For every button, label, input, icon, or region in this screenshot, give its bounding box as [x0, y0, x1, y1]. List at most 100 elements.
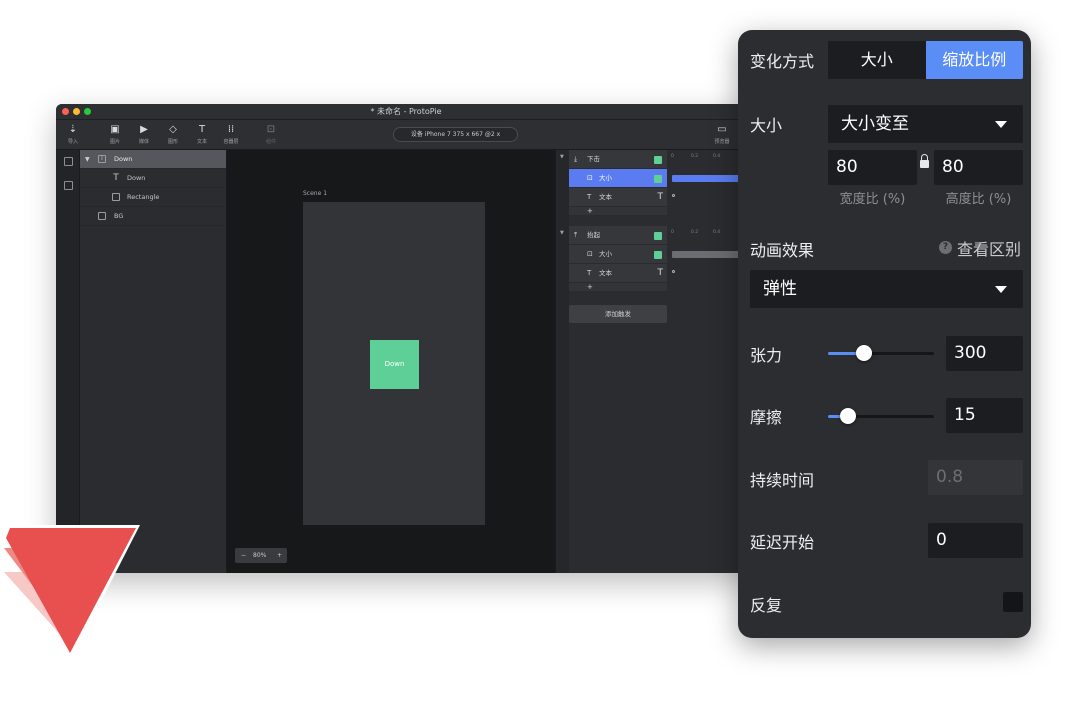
- window-title: * 未命名 - ProtoPie: [370, 107, 442, 116]
- layers-panel-icon[interactable]: [64, 157, 73, 166]
- duration-label: 持续时间: [750, 471, 815, 490]
- response-row[interactable]: ⊡ 大小: [569, 245, 667, 264]
- tension-slider-handle[interactable]: [856, 345, 872, 361]
- zoom-in-button[interactable]: +: [277, 548, 282, 563]
- text-label: 文本: [196, 139, 207, 145]
- width-ratio-caption: 宽度比 (%): [839, 192, 906, 207]
- component-icon: ⊡: [266, 124, 276, 135]
- delay-input[interactable]: 0: [928, 523, 1023, 558]
- trigger-row[interactable]: ⤒ 抬起: [569, 226, 667, 245]
- container-icon: ⁞⁞: [227, 124, 235, 135]
- help-icon[interactable]: ?: [939, 241, 952, 254]
- zoom-out-button[interactable]: −: [241, 548, 246, 563]
- collapse-triangle-icon[interactable]: ▼: [560, 154, 564, 160]
- layer-row[interactable]: ▼ ⁞ Down: [80, 150, 226, 169]
- chevron-down-icon: [995, 121, 1007, 128]
- height-ratio-input[interactable]: 80: [934, 150, 1023, 185]
- container-tool[interactable]: ⁞⁞ 容器层: [220, 124, 242, 145]
- response-name: 大小: [599, 174, 612, 182]
- interaction-timeline: ▼ ▼ ⤓ 下击 ⊡ 大小 T 文本 T + 0 0.2 0.4 ⤒ 抬起 ⊡ …: [555, 150, 756, 573]
- shape-tool[interactable]: ◇ 图形: [162, 124, 184, 145]
- import-icon: ⇣: [68, 124, 78, 135]
- collapse-triangle-icon[interactable]: ▼: [85, 150, 90, 169]
- layer-row[interactable]: T Down: [80, 169, 226, 188]
- text-response-icon: T: [587, 193, 592, 201]
- response-row[interactable]: T 文本 T: [569, 264, 667, 283]
- response-row[interactable]: ⊡ 大小: [569, 169, 667, 188]
- add-trigger-button[interactable]: 添加触发: [569, 305, 667, 323]
- app-window: * 未命名 - ProtoPie ⇣ 导入 ▣ 图片 ▶ 媒体 ◇ 图形 T 文…: [56, 104, 756, 573]
- delay-label: 延迟开始: [750, 533, 815, 552]
- repeat-label: 反复: [750, 596, 783, 615]
- protopie-logo: [4, 525, 140, 658]
- tension-slider[interactable]: [828, 345, 934, 361]
- width-ratio-input[interactable]: 80: [828, 150, 917, 185]
- friction-input[interactable]: 15: [946, 398, 1023, 433]
- response-name: 文本: [599, 193, 612, 201]
- preview-label: 预览器: [714, 139, 730, 145]
- lock-icon[interactable]: [920, 154, 929, 168]
- preview-tool[interactable]: ▭ 预览器: [711, 124, 733, 145]
- shape-icon: ◇: [169, 124, 177, 135]
- friction-label: 摩擦: [750, 408, 783, 427]
- layer-name: Down: [127, 174, 146, 182]
- down-button-layer[interactable]: Down: [370, 340, 419, 389]
- device-selector[interactable]: 设备 iPhone 7 375 x 667 @2 x: [393, 127, 518, 142]
- scale-icon: ⊡: [587, 250, 593, 258]
- tap-up-icon: ⤒: [574, 231, 578, 239]
- canvas[interactable]: Scene 1 Down − 80% +: [227, 150, 555, 573]
- response-row[interactable]: T 文本 T: [569, 188, 667, 207]
- zoom-control: − 80% +: [235, 548, 287, 563]
- friction-slider[interactable]: [828, 408, 934, 424]
- import-label: 导入: [67, 139, 78, 145]
- size-mode-dropdown[interactable]: 大小变至: [828, 105, 1023, 143]
- add-response-button[interactable]: +: [569, 207, 667, 216]
- layer-name: Rectangle: [127, 193, 160, 201]
- assets-panel-icon[interactable]: [64, 181, 73, 190]
- easing-dropdown[interactable]: 弹性: [750, 270, 1023, 308]
- view-difference-link[interactable]: 查看区别: [957, 236, 1021, 260]
- repeat-checkbox[interactable]: [1003, 592, 1023, 612]
- monitor-icon: ▭: [717, 124, 727, 135]
- media-label: 媒体: [138, 139, 149, 145]
- import-tool[interactable]: ⇣ 导入: [62, 124, 84, 145]
- mode-option-size[interactable]: 大小: [828, 41, 926, 79]
- trigger-row[interactable]: ⤓ 下击: [569, 150, 667, 169]
- workspace: ▼ ⁞ Down T Down Rectangle BG Scene 1 Dow…: [56, 150, 756, 573]
- layer-name: Down: [114, 155, 133, 163]
- ruler-tick: 0.2: [691, 230, 699, 235]
- collapse-triangle-icon[interactable]: ▼: [560, 230, 564, 236]
- timeline-gutter: ▼ ▼: [556, 150, 569, 573]
- chevron-down-icon: [995, 286, 1007, 293]
- text-tool[interactable]: T 文本: [191, 124, 213, 145]
- tap-down-icon: ⤓: [574, 155, 578, 163]
- height-ratio-caption: 高度比 (%): [945, 192, 1012, 207]
- ruler-tick: 0.4: [713, 154, 721, 159]
- response-keyframe-dot[interactable]: [672, 270, 675, 273]
- scale-icon: ⊡: [587, 174, 593, 182]
- text-target-icon: T: [657, 192, 664, 202]
- media-tool[interactable]: ▶ 媒体: [133, 124, 155, 145]
- mode-option-scale[interactable]: 缩放比例: [925, 41, 1023, 79]
- component-tool[interactable]: ⊡ 组件: [260, 124, 282, 145]
- toolbar: ⇣ 导入 ▣ 图片 ▶ 媒体 ◇ 图形 T 文本 ⁞⁞ 容器层 ⊡ 组件 设备 …: [56, 120, 756, 150]
- trigger-block: ⤒ 抬起 ⊡ 大小 T 文本 T +: [569, 226, 667, 292]
- layer-row[interactable]: Rectangle: [80, 188, 226, 207]
- tension-input[interactable]: 300: [946, 336, 1023, 371]
- layer-row[interactable]: BG: [80, 207, 226, 226]
- component-label: 组件: [265, 139, 276, 145]
- tension-label: 张力: [750, 346, 783, 365]
- add-response-button[interactable]: +: [569, 283, 667, 292]
- trigger-block: ⤓ 下击 ⊡ 大小 T 文本 T +: [569, 150, 667, 216]
- text-icon: T: [198, 124, 206, 135]
- title-bar: * 未命名 - ProtoPie: [56, 104, 756, 120]
- ruler-tick: 0.4: [713, 230, 721, 235]
- friction-slider-handle[interactable]: [840, 408, 856, 424]
- rectangle-layer-icon: [112, 193, 120, 201]
- size-mode-value: 大小变至: [841, 114, 909, 134]
- left-rail: [56, 150, 80, 573]
- zoom-level: 80%: [253, 552, 267, 559]
- response-keyframe-dot[interactable]: [672, 194, 675, 197]
- image-tool[interactable]: ▣ 图片: [104, 124, 126, 145]
- container-label: 容器层: [223, 139, 239, 145]
